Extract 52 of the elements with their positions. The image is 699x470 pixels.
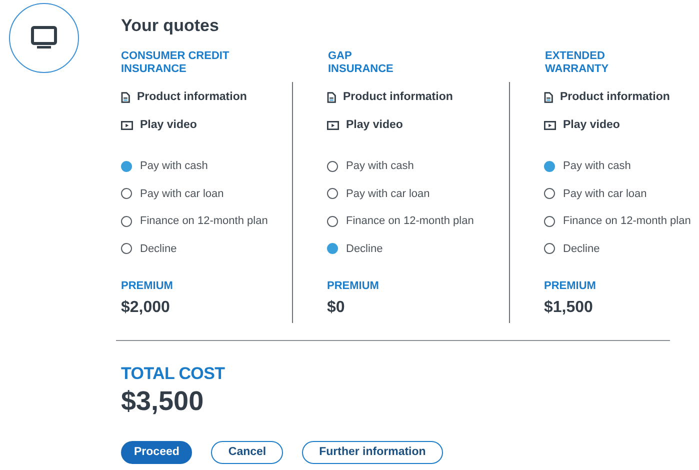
radio-button[interactable] (544, 243, 555, 254)
outline-button[interactable]: Cancel (211, 440, 284, 464)
premium-label: PREMIUM (121, 280, 174, 292)
radio-button[interactable] (121, 243, 132, 254)
radio-button[interactable] (121, 188, 132, 199)
document-icon (327, 92, 336, 102)
option-label: Finance on 12-month plan (140, 215, 268, 227)
tv-icon (9, 3, 79, 73)
product-title: GAP INSURANCE (327, 50, 394, 76)
radio-button[interactable] (327, 188, 338, 199)
link[interactable]: Product information (560, 91, 670, 103)
option-label: Pay with car loan (563, 188, 647, 200)
option-label: Finance on 12-month plan (346, 215, 474, 227)
radio-button[interactable] (327, 216, 338, 226)
total-label: TOTAL COST (121, 364, 226, 384)
radio-button[interactable] (544, 216, 555, 226)
premium-label: PREMIUM (544, 280, 597, 292)
option-label: Pay with cash (563, 160, 631, 172)
play-icon (121, 120, 133, 130)
option-label: Pay with cash (346, 160, 414, 172)
premium-label: PREMIUM (327, 280, 380, 292)
play-icon (327, 120, 339, 130)
radio-button[interactable] (544, 160, 555, 172)
premium-amount: $1,500 (544, 298, 594, 316)
option-label: Decline (140, 242, 177, 254)
radio-button[interactable] (327, 160, 338, 172)
product-title: CONSUMER CREDIT INSURANCE (121, 50, 230, 76)
page-title: Your quotes (121, 16, 220, 36)
outline-button[interactable]: Further information (302, 440, 443, 464)
document-icon (121, 92, 130, 102)
option-label: Pay with car loan (346, 188, 430, 200)
link[interactable]: Play video (563, 119, 620, 131)
radio-button[interactable] (544, 188, 555, 199)
radio-button[interactable] (121, 160, 132, 172)
link[interactable]: Play video (140, 119, 197, 131)
option-label: Finance on 12-month plan (563, 215, 691, 227)
option-label: Decline (563, 242, 600, 254)
document-icon (544, 92, 553, 102)
option-label: Decline (346, 242, 383, 254)
radio-button[interactable] (121, 216, 132, 226)
play-icon (544, 120, 556, 130)
radio-button[interactable] (327, 243, 338, 254)
premium-amount: $2,000 (121, 298, 171, 316)
link[interactable]: Product information (137, 91, 247, 103)
premium-amount: $0 (327, 298, 346, 316)
proceed-button[interactable]: Proceed (121, 440, 192, 464)
product-title: EXTENDED WARRANTY (544, 50, 610, 76)
link[interactable]: Play video (346, 119, 403, 131)
total-amount: $3,500 (121, 386, 205, 416)
link[interactable]: Product information (343, 91, 453, 103)
option-label: Pay with car loan (140, 188, 224, 200)
option-label: Pay with cash (140, 160, 208, 172)
